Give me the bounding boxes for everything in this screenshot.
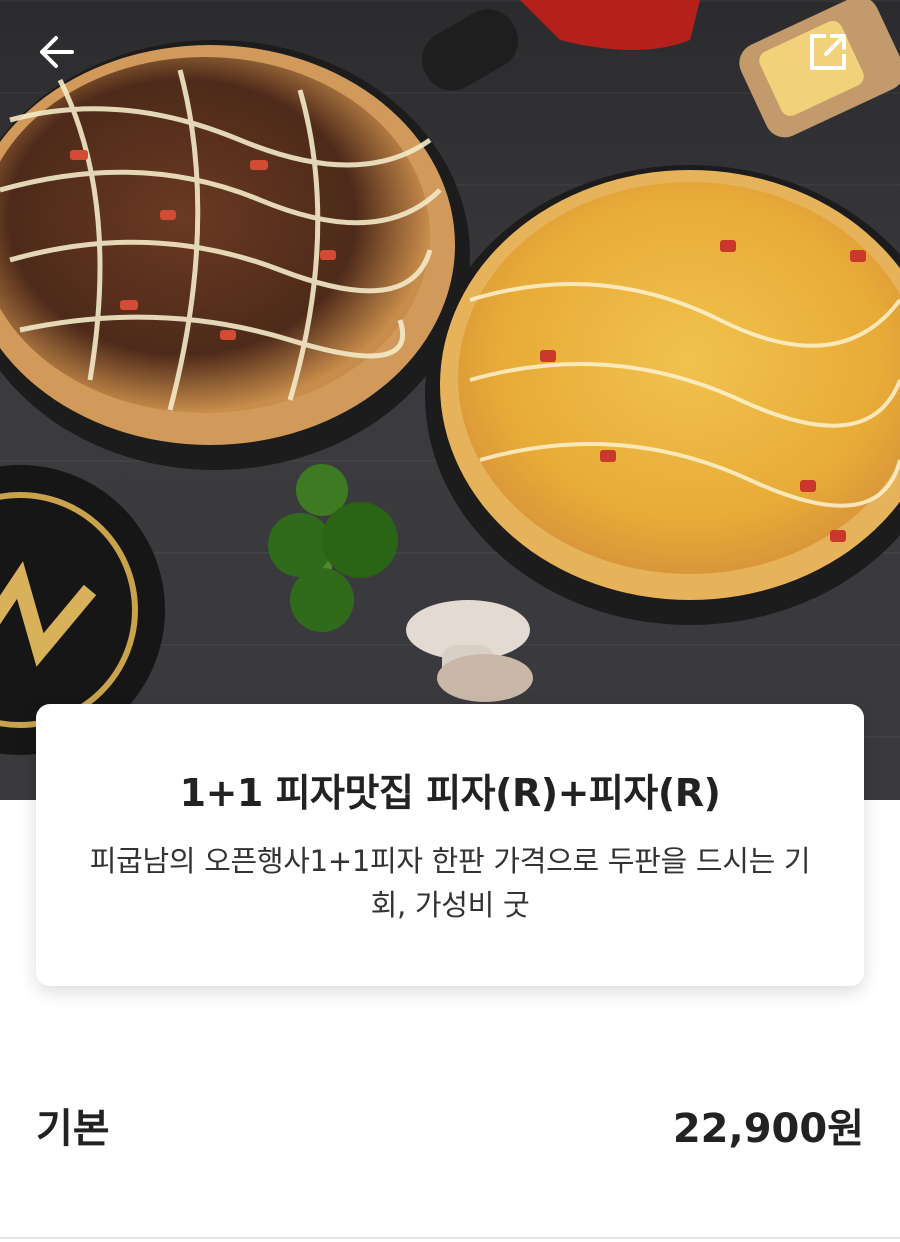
external-link-icon (810, 34, 846, 70)
option-row[interactable]: 기본 22,900원 (36, 1090, 864, 1160)
divider (0, 1237, 900, 1239)
option-label: 기본 (36, 1106, 110, 1152)
product-description: 피굽남의 오픈행사1+1피자 한판 가격으로 두판을 드시는 기회, 가성비 굿 (89, 844, 811, 922)
share-button[interactable] (806, 30, 866, 90)
pizza-photo-illustration (0, 0, 900, 755)
option-price: 22,900원 (672, 1106, 864, 1152)
back-button[interactable] (34, 30, 94, 90)
product-title: 1+1 피자맛집 피자(R)+피자(R) (179, 771, 721, 815)
product-photo (0, 0, 900, 800)
arrow-left-icon (40, 36, 74, 68)
product-info-card: 1+1 피자맛집 피자(R)+피자(R) 피굽남의 오픈행사1+1피자 한판 가… (36, 704, 864, 986)
